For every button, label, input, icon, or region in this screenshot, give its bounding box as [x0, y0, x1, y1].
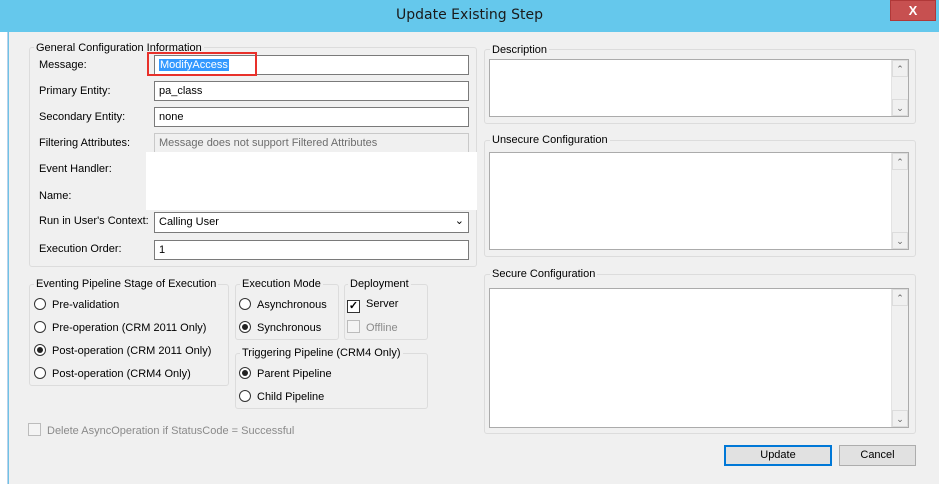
- window-title: Update Existing Step: [396, 7, 543, 23]
- redacted-area: [146, 152, 477, 210]
- triggering-pipeline-title: Triggering Pipeline (CRM4 Only): [240, 347, 403, 359]
- deployment-title: Deployment: [348, 278, 411, 290]
- checkbox-label: Offline: [366, 322, 398, 334]
- secondary-entity-label: Secondary Entity:: [39, 111, 126, 123]
- close-icon: X: [908, 3, 918, 18]
- checkbox-server[interactable]: ✓ Server: [347, 297, 398, 313]
- checkbox-delete-async: Delete AsyncOperation if StatusCode = Su…: [28, 423, 294, 439]
- update-step-dialog: General Configuration Information Messag…: [8, 32, 939, 484]
- checkmark-icon: ✓: [347, 300, 360, 313]
- secure-config-scrollbar[interactable]: ⌃ ⌄: [891, 289, 908, 427]
- radio-label: Parent Pipeline: [257, 368, 332, 380]
- scroll-up-icon[interactable]: ⌃: [892, 60, 908, 77]
- cancel-button[interactable]: Cancel: [839, 445, 916, 466]
- message-highlight-box: [147, 52, 257, 76]
- radio-label: Pre-operation (CRM 2011 Only): [52, 322, 207, 334]
- scroll-down-icon[interactable]: ⌄: [892, 410, 908, 427]
- radio-label: Child Pipeline: [257, 391, 325, 403]
- filtering-attributes-field: Message does not support Filtered Attrib…: [154, 133, 469, 153]
- unsecure-config-scrollbar[interactable]: ⌃ ⌄: [891, 153, 908, 249]
- radio-label: Synchronous: [257, 322, 322, 334]
- radio-pre-validation[interactable]: Pre-validation: [34, 298, 119, 314]
- radio-parent-pipeline[interactable]: Parent Pipeline: [239, 367, 332, 383]
- unsecure-config-textarea[interactable]: ⌃ ⌄: [489, 152, 909, 250]
- name-label: Name:: [39, 190, 72, 202]
- description-scrollbar[interactable]: ⌃ ⌄: [891, 60, 908, 116]
- secure-config-title: Secure Configuration: [490, 268, 598, 280]
- primary-entity-label: Primary Entity:: [39, 85, 111, 97]
- scroll-up-icon[interactable]: ⌃: [892, 153, 908, 170]
- scroll-down-icon[interactable]: ⌄: [892, 232, 908, 249]
- radio-label: Post-operation (CRM 2011 Only): [52, 345, 212, 357]
- checkbox-label: Server: [366, 298, 399, 310]
- secure-config-textarea[interactable]: ⌃ ⌄: [489, 288, 909, 428]
- radio-pre-operation[interactable]: Pre-operation (CRM 2011 Only): [34, 321, 206, 337]
- checkbox-offline: Offline: [347, 320, 398, 336]
- run-context-dropdown[interactable]: Calling User ⌄: [154, 212, 469, 233]
- run-context-value: Calling User: [159, 216, 219, 228]
- secondary-entity-field[interactable]: none: [154, 107, 469, 127]
- radio-synchronous[interactable]: Synchronous: [239, 321, 321, 337]
- radio-label: Post-operation (CRM4 Only): [52, 368, 191, 380]
- scroll-up-icon[interactable]: ⌃: [892, 289, 908, 306]
- update-button[interactable]: Update: [724, 445, 832, 466]
- unsecure-config-title: Unsecure Configuration: [490, 134, 610, 146]
- radio-child-pipeline[interactable]: Child Pipeline: [239, 390, 324, 406]
- execution-mode-title: Execution Mode: [240, 278, 323, 290]
- radio-label: Asynchronous: [257, 299, 327, 311]
- checkbox-label: Delete AsyncOperation if StatusCode = Su…: [47, 425, 295, 437]
- primary-entity-field[interactable]: pa_class: [154, 81, 469, 101]
- execution-order-label: Execution Order:: [39, 243, 122, 255]
- radio-circle: [34, 321, 46, 333]
- filtering-attributes-label: Filtering Attributes:: [39, 137, 131, 149]
- run-context-label: Run in User's Context:: [39, 215, 149, 227]
- close-button[interactable]: X: [890, 0, 936, 21]
- scroll-down-icon[interactable]: ⌄: [892, 99, 908, 116]
- title-bar[interactable]: Update Existing Step X: [0, 0, 939, 32]
- description-title: Description: [490, 44, 550, 56]
- radio-post-operation-2011[interactable]: Post-operation (CRM 2011 Only): [34, 344, 211, 360]
- execution-order-field[interactable]: 1: [154, 240, 469, 260]
- checkbox-box: [347, 320, 360, 333]
- radio-post-operation-crm4[interactable]: Post-operation (CRM4 Only): [34, 367, 191, 383]
- background-window-edge: [0, 0, 8, 484]
- radio-circle-selected: [34, 344, 46, 356]
- radio-label: Pre-validation: [52, 299, 120, 311]
- radio-circle-selected: [239, 367, 251, 379]
- radio-circle: [34, 367, 46, 379]
- radio-asynchronous[interactable]: Asynchronous: [239, 298, 327, 314]
- checkbox-box: [28, 423, 41, 436]
- radio-circle: [239, 390, 251, 402]
- chevron-down-icon: ⌄: [454, 215, 464, 227]
- pipeline-stage-title: Eventing Pipeline Stage of Execution: [34, 278, 219, 290]
- event-handler-label: Event Handler:: [39, 163, 112, 175]
- radio-circle-selected: [239, 321, 251, 333]
- message-label: Message:: [39, 59, 87, 71]
- description-textarea[interactable]: ⌃ ⌄: [489, 59, 909, 117]
- radio-circle: [34, 298, 46, 310]
- radio-circle: [239, 298, 251, 310]
